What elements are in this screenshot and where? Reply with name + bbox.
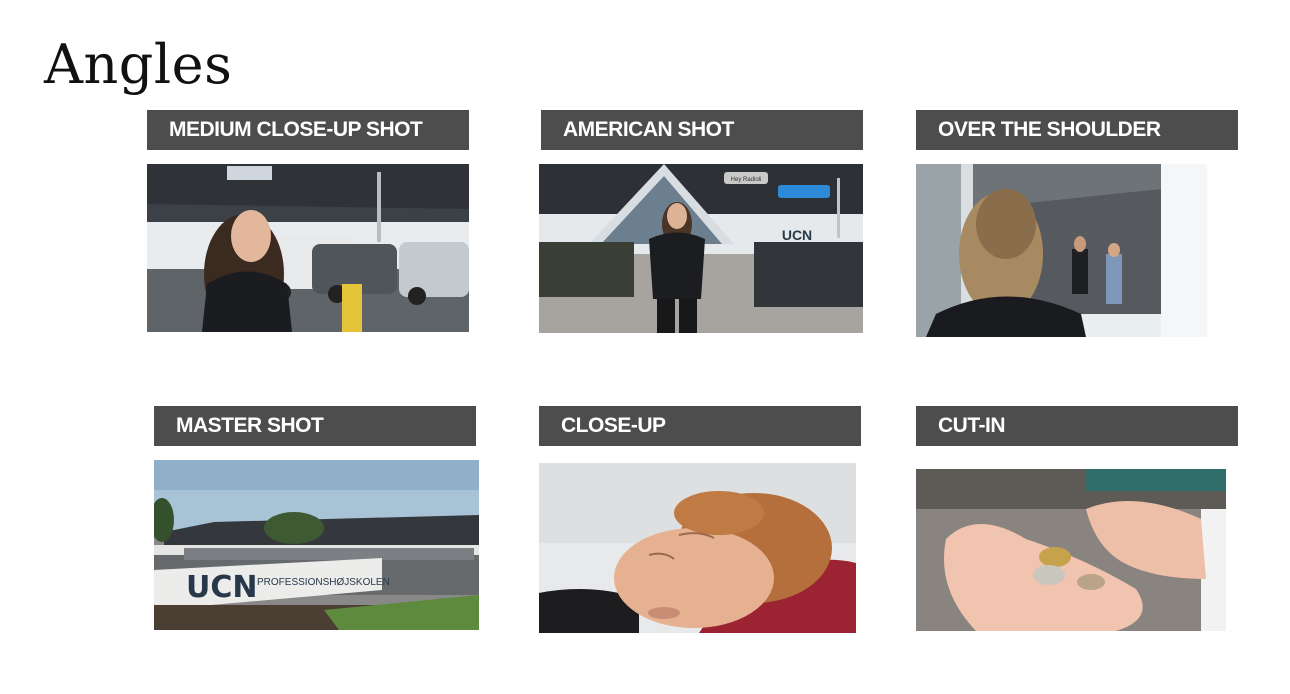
cut-in-image xyxy=(916,469,1226,631)
label-american-shot: AMERICAN SHOT xyxy=(541,110,863,150)
ucn-building-logo: UCN xyxy=(782,227,812,243)
master-shot-image: UCN PROFESSIONSHØJSKOLEN xyxy=(154,460,479,630)
photo-cut-in xyxy=(916,469,1226,631)
sign-school-name: PROFESSIONSHØJSKOLEN xyxy=(257,577,390,588)
photo-close-up xyxy=(539,463,856,633)
photo-over-the-shoulder xyxy=(916,164,1207,337)
label-close-up: CLOSE-UP xyxy=(539,406,861,446)
label-master-shot: MASTER SHOT xyxy=(154,406,476,446)
ucn-sign-logo: UCN xyxy=(186,570,257,605)
close-up-image xyxy=(539,463,856,633)
photo-american-shot: Hey Radioli UCN xyxy=(539,164,863,333)
slide-title: Angles xyxy=(44,33,233,96)
american-shot-image: Hey Radioli UCN xyxy=(539,164,863,333)
over-the-shoulder-image xyxy=(916,164,1207,337)
medium-close-up-image xyxy=(147,164,469,332)
label-medium-close-up-shot: MEDIUM CLOSE-UP SHOT xyxy=(147,110,469,150)
photo-master-shot: UCN PROFESSIONSHØJSKOLEN xyxy=(154,460,479,630)
label-cut-in: CUT-IN xyxy=(916,406,1238,446)
app-notification-text: Hey Radioli xyxy=(731,177,762,183)
photo-medium-close-up-shot xyxy=(147,164,469,332)
label-over-the-shoulder: OVER THE SHOULDER xyxy=(916,110,1238,150)
